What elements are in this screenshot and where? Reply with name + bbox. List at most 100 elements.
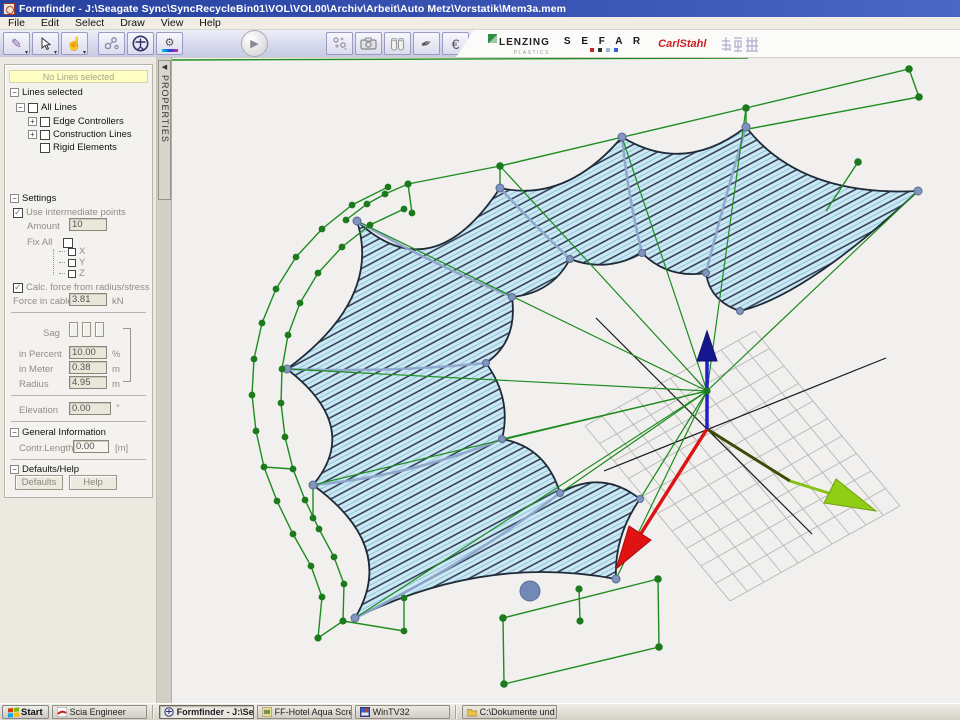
properties-tab[interactable]: ◀ PROPERTIES [158, 60, 171, 200]
carlstahl-logo: CarlStahl [658, 38, 706, 50]
lenzing-subtext: PLASTICS [499, 50, 550, 56]
particles-button[interactable] [326, 32, 353, 55]
rigid-elements-label: Rigid Elements [53, 142, 117, 153]
edge-controllers-checkbox[interactable] [40, 117, 50, 127]
select-cursor-button[interactable]: ▾ [32, 32, 59, 55]
task-dokumente-folder[interactable]: C:\Dokumente und Einst... [462, 705, 557, 719]
general-info-header: General Information [22, 427, 106, 438]
all-lines-label: All Lines [41, 102, 77, 113]
windows-flag-icon [8, 707, 18, 717]
settings-gear-button[interactable]: ⚙ [156, 32, 183, 55]
properties-panel: No Lines selected − Lines selected − All… [0, 57, 157, 703]
task-ff-hotel-aqua[interactable]: FF-Hotel Aqua Screensh... [257, 705, 352, 719]
app-icon [3, 3, 15, 15]
menu-edit[interactable]: Edit [33, 17, 67, 30]
taskbar-separator [455, 705, 457, 719]
fix-z-label: Z [79, 268, 85, 279]
amount-field[interactable]: 10 [69, 218, 107, 231]
fix-y-checkbox[interactable] [68, 259, 76, 267]
vitruvian-man-icon [132, 35, 149, 52]
force-unit: kN [112, 296, 124, 307]
cost-button[interactable]: € [442, 32, 469, 55]
sag-percent-label: in Percent [19, 349, 62, 360]
construction-lines-checkbox[interactable] [40, 130, 50, 140]
task-scia-engineer[interactable]: Scia Engineer [52, 705, 147, 719]
menu-select[interactable]: Select [67, 17, 112, 30]
detailing-button[interactable]: ✒ [413, 32, 440, 55]
help-button[interactable]: Help [69, 475, 117, 490]
gear-icon: ⚙ [165, 36, 175, 49]
collapse-all-lines[interactable]: − [16, 103, 25, 112]
cursor-icon [39, 37, 52, 51]
formfinder-man-button[interactable] [127, 32, 154, 55]
asia-partner-logo [720, 35, 760, 53]
scia-engineer-icon [57, 707, 67, 717]
task-formfinder[interactable]: Formfinder - J:\Seaga... [159, 705, 254, 719]
fix-y-label: Y [79, 257, 85, 268]
chevron-down-icon: ▾ [54, 51, 57, 55]
radius-unit: m [112, 379, 120, 390]
menu-draw[interactable]: Draw [112, 17, 153, 30]
camera-icon [360, 37, 377, 50]
all-lines-checkbox[interactable] [28, 103, 38, 113]
menu-help[interactable]: Help [191, 17, 229, 30]
elevation-field[interactable]: 0.00 [69, 402, 111, 415]
snapshot-button[interactable] [355, 32, 382, 55]
contr-length-field[interactable]: 0.00 [73, 440, 109, 453]
sag-mode-button-1[interactable] [69, 322, 78, 337]
force-in-cable-field[interactable]: 3.81 [69, 293, 107, 306]
radius-field[interactable]: 4.95 [69, 376, 107, 389]
play-icon: ▶ [250, 37, 258, 50]
start-button[interactable]: Start [2, 705, 49, 719]
collapse-general-info[interactable]: − [10, 428, 19, 437]
calc-force-label: Calc. force from radius/stress [26, 282, 150, 293]
contr-length-label: Contr.Length [19, 443, 73, 454]
play-button[interactable]: ▶ [241, 30, 268, 57]
defaults-help-header: Defaults/Help [22, 464, 79, 475]
menu-bar: File Edit Select Draw View Help [0, 17, 960, 30]
pointing-hand-icon: ☝ [66, 36, 82, 52]
menu-file[interactable]: File [0, 17, 33, 30]
sag-mode-button-2[interactable] [82, 322, 91, 337]
material-button[interactable] [384, 32, 411, 55]
rigid-elements-checkbox[interactable] [40, 143, 50, 153]
properties-tab-label: PROPERTIES [160, 75, 170, 143]
fix-x-label: X [79, 246, 85, 257]
sag-mode-button-3[interactable] [95, 322, 104, 337]
panel-tab-strip: ◀ PROPERTIES [157, 57, 172, 703]
task-label: WinTV32 [373, 707, 410, 717]
axis-y-green [707, 429, 876, 511]
edge-controllers-label: Edge Controllers [53, 116, 124, 127]
collapse-settings[interactable]: − [10, 194, 19, 203]
toolbar: ✎ ▾ ▾ ☝ ▾ [0, 30, 474, 57]
viewport-3d[interactable] [172, 57, 960, 703]
expand-edge-controllers[interactable]: + [28, 117, 37, 126]
fix-x-checkbox[interactable] [68, 248, 76, 256]
bubbles-icon [332, 36, 348, 51]
use-intermediate-label: Use intermediate points [26, 207, 126, 218]
formfinder-window: Formfinder - J:\Seagate Sync\SyncRecycle… [0, 0, 960, 720]
chevron-down-icon: ▾ [83, 51, 86, 55]
membrane-surface[interactable] [287, 127, 918, 618]
properties-panel-box: No Lines selected − Lines selected − All… [4, 64, 153, 498]
collapse-defaults-help[interactable]: − [10, 465, 19, 474]
draw-pencil-button[interactable]: ✎ ▾ [3, 32, 30, 55]
calc-force-checkbox[interactable] [13, 283, 23, 293]
amount-label: Amount [27, 221, 60, 232]
start-label: Start [21, 707, 43, 718]
sefar-squares [564, 48, 644, 52]
elevation-unit: ° [116, 403, 120, 414]
formfinding-button[interactable] [98, 32, 125, 55]
menu-view[interactable]: View [153, 17, 192, 30]
sag-meter-field[interactable]: 0.38 [69, 361, 107, 374]
collapse-lines-selected[interactable]: − [10, 88, 19, 97]
point-select-button[interactable]: ☝ ▾ [61, 32, 88, 55]
expand-construction-lines[interactable]: + [28, 130, 37, 139]
task-wintv32[interactable]: WinTV32 [355, 705, 450, 719]
radius-label: Radius [19, 379, 49, 390]
use-intermediate-checkbox[interactable] [13, 208, 23, 218]
settings-header: Settings [22, 193, 56, 204]
defaults-button[interactable]: Defaults [15, 475, 63, 490]
fix-z-checkbox[interactable] [68, 270, 76, 278]
sag-percent-field[interactable]: 10.00 [69, 346, 107, 359]
